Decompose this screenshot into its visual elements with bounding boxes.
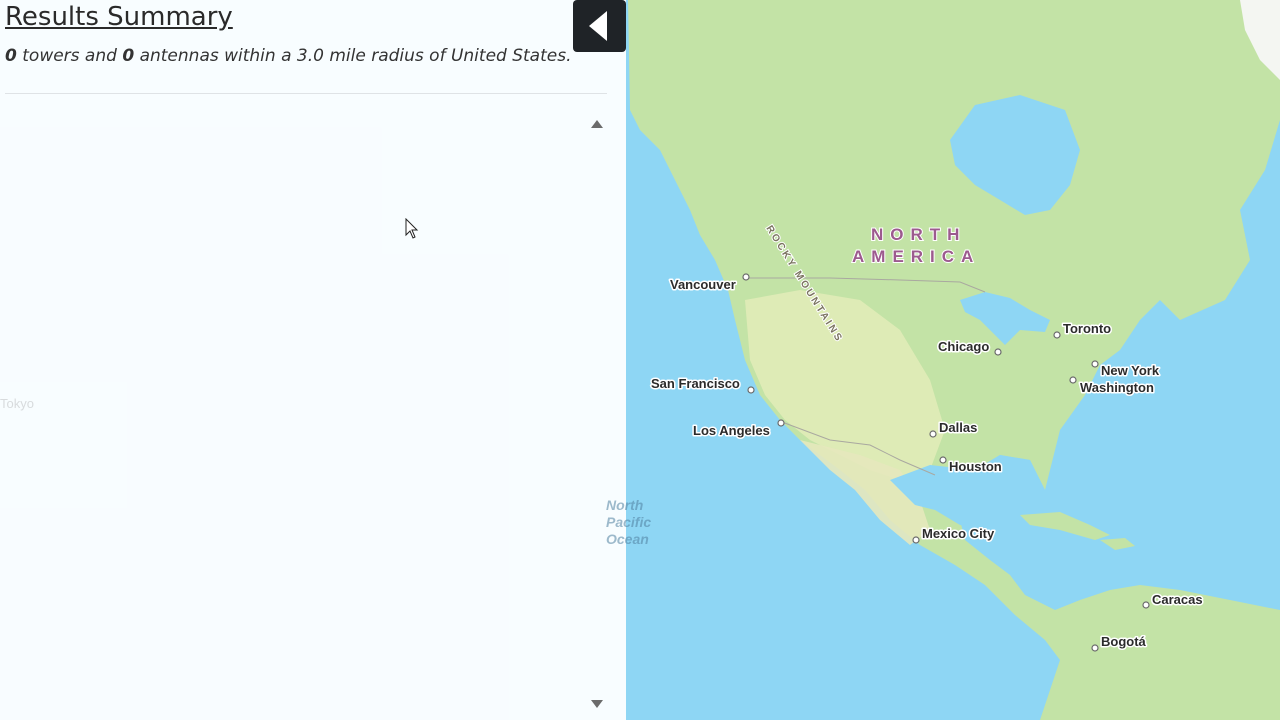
city-marker[interactable] xyxy=(1091,644,1099,652)
towers-text: towers and xyxy=(16,46,123,66)
city-label: New York xyxy=(1101,363,1160,378)
city-marker[interactable] xyxy=(1053,331,1061,339)
city-houston[interactable]: Houston xyxy=(939,456,1003,476)
caret-left-icon xyxy=(588,11,607,41)
city-marker[interactable] xyxy=(929,430,937,438)
city-marker[interactable] xyxy=(1069,376,1077,384)
city-label: Mexico City xyxy=(922,526,995,541)
antennas-text: antennas within a 3.0 mile radius of Uni… xyxy=(134,46,572,66)
ocean-label-line1: North xyxy=(606,497,644,513)
city-caracas[interactable]: Caracas xyxy=(1142,591,1204,609)
city-label: Washington xyxy=(1080,380,1154,395)
city-label: Houston xyxy=(949,459,1002,474)
city-new-york[interactable]: New York xyxy=(1091,360,1161,380)
city-washington[interactable]: Washington xyxy=(1069,376,1155,397)
ocean-label-line2: Pacific xyxy=(606,514,652,530)
triangle-down-icon[interactable] xyxy=(591,700,603,708)
city-marker[interactable] xyxy=(912,536,920,544)
mouse-pointer-icon xyxy=(405,218,419,239)
city-label: Caracas xyxy=(1152,592,1203,607)
city-label: Toronto xyxy=(1063,321,1111,336)
city-label: Bogotá xyxy=(1101,634,1147,649)
city-label: Chicago xyxy=(938,339,989,354)
city-marker[interactable] xyxy=(777,419,785,427)
city-label: Vancouver xyxy=(670,277,736,292)
triangle-up-icon[interactable] xyxy=(591,120,603,128)
city-marker[interactable] xyxy=(1142,601,1150,609)
ocean-label-line3: Ocean xyxy=(606,531,649,547)
divider xyxy=(5,93,607,94)
results-summary-text: 0 towers and 0 antennas within a 3.0 mil… xyxy=(5,46,571,66)
results-panel: Tokyo North Pacific Ocean Results Summar… xyxy=(0,0,651,720)
city-mexico-city[interactable]: Mexico City xyxy=(912,525,997,544)
city-marker[interactable] xyxy=(747,386,755,394)
city-marker[interactable] xyxy=(939,456,947,464)
city-marker[interactable] xyxy=(742,273,750,281)
city-san-francisco[interactable]: San Francisco xyxy=(650,375,755,394)
city-label: San Francisco xyxy=(651,376,740,391)
city-bogota[interactable]: Bogotá xyxy=(1091,633,1148,652)
continent-label-line2: AMERICA xyxy=(852,247,980,266)
city-toronto[interactable]: Toronto xyxy=(1053,320,1113,339)
antennas-count: 0 xyxy=(122,46,135,66)
city-label: Los Angeles xyxy=(693,423,770,438)
towers-count: 0 xyxy=(5,46,17,66)
results-summary-title: Results Summary xyxy=(5,2,233,32)
city-marker[interactable] xyxy=(1091,360,1099,368)
city-marker[interactable] xyxy=(994,348,1002,356)
results-list[interactable] xyxy=(5,110,595,710)
collapse-panel-button[interactable] xyxy=(573,0,626,52)
continent-label-line1: NORTH xyxy=(871,225,966,244)
ocean-label: North Pacific Ocean xyxy=(606,497,651,548)
city-label: Dallas xyxy=(939,420,977,435)
